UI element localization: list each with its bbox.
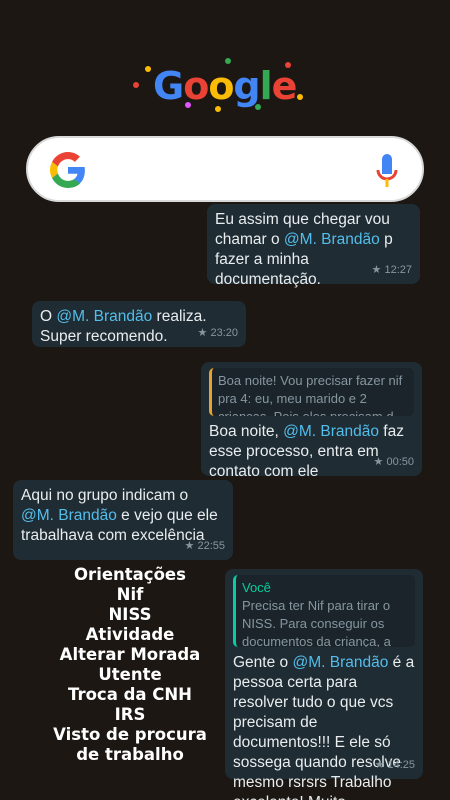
service-item: IRS [114, 705, 146, 724]
quoted-message[interactable]: Você Precisa ter Nif para tirar o NISS. … [233, 575, 415, 647]
message-timestamp: ★ 12:27 [371, 264, 412, 276]
mention[interactable]: @M. Brandão [56, 308, 152, 325]
service-item: Utente [98, 665, 162, 684]
chat-message[interactable]: Eu assim que chegar vou chamar o @M. Bra… [207, 204, 420, 288]
star-icon: ★ [197, 327, 208, 339]
google-doodle[interactable]: Google [125, 58, 325, 118]
service-item: Atividade [85, 625, 175, 644]
google-search-bar[interactable] [26, 136, 424, 202]
quote-author: Você [242, 580, 271, 595]
star-icon: ★ [184, 540, 195, 552]
mention[interactable]: @M. Brandão [292, 654, 388, 671]
message-timestamp: ★ 22:55 [184, 540, 225, 552]
service-item: NISS [108, 605, 152, 624]
service-item: Alterar Morada [59, 645, 201, 664]
star-icon: ★ [371, 264, 382, 276]
google-logo-text: Google [153, 64, 297, 108]
mention[interactable]: @M. Brandão [284, 231, 380, 248]
mention[interactable]: @M. Brandão [21, 507, 117, 524]
service-item: Orientações [74, 565, 186, 584]
quote-text: Precisa ter Nif para tirar o NISS. Para … [242, 598, 391, 647]
service-item: Nif [116, 585, 144, 604]
mention[interactable]: @M. Brandão [283, 423, 379, 440]
chat-message[interactable]: Boa noite! Vou precisar fazer nif pra 4:… [201, 362, 422, 480]
star-icon: ★ [373, 456, 384, 468]
microphone-icon[interactable] [376, 154, 398, 188]
chat-message[interactable]: O @M. Brandão realiza. Super recomendo. … [32, 301, 246, 347]
service-item: Troca da CNH [68, 685, 192, 704]
google-g-icon [50, 152, 85, 188]
message-timestamp: ★ 00:50 [373, 456, 414, 468]
message-text: Gente o @M. Brandão é a pessoa certa par… [233, 654, 415, 800]
service-item: Visto de procura de trabalho [53, 725, 207, 764]
star-icon: ★ [374, 759, 385, 771]
chat-message[interactable]: Aqui no grupo indicam o @M. Brandão e ve… [13, 480, 233, 560]
services-list: Orientações Nif NISS Atividade Alterar M… [40, 565, 220, 765]
message-timestamp: ★ 14:25 [374, 759, 415, 771]
quoted-message[interactable]: Boa noite! Vou precisar fazer nif pra 4:… [209, 368, 414, 416]
chat-message[interactable]: Você Precisa ter Nif para tirar o NISS. … [225, 569, 423, 800]
message-timestamp: ★ 23:20 [197, 327, 238, 339]
